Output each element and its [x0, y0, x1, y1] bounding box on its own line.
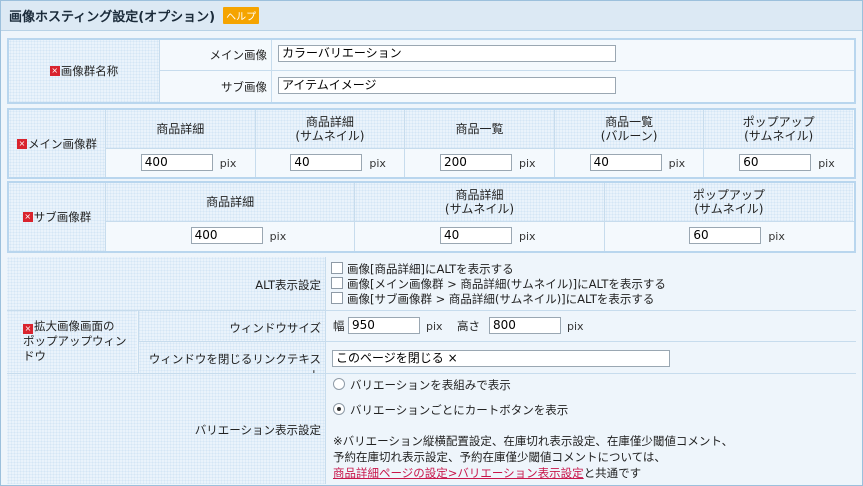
image-group-name-section: × 画像群名称 メイン画像 カラーバリエーション サブ画像 アイテムイメージ [7, 38, 856, 104]
sub-group-column-subtitle: (サムネイル) [444, 202, 515, 216]
main-group-size-unit: pix [818, 157, 835, 170]
sub-group-size-unit: pix [519, 230, 536, 243]
main-group-size-input[interactable]: 40 [290, 154, 363, 171]
main-group-size-input[interactable]: 400 [140, 154, 213, 171]
main-image-group-label: メイン画像群 [28, 136, 97, 151]
sub-group-column-header: ポップアップ (サムネイル) [604, 183, 853, 221]
sub-group-size-unit: pix [768, 230, 785, 243]
main-group-size-unit: pix [668, 157, 686, 170]
main-group-column-header: 商品詳細 (サムネイル) [255, 110, 405, 148]
required-icon: × [22, 212, 33, 222]
variation-note-suffix: と共通です [583, 466, 642, 480]
popup-window-label-cell: × 拡大画像画面の ポップアップウィンドウ [7, 310, 137, 373]
main-group-size-unit: pix [219, 157, 237, 170]
sub-group-column-title: 商品詳細 [455, 188, 504, 202]
popup-window-label-line2: ポップアップウィンドウ [23, 334, 127, 363]
alt-option-label: 画像[メイン画像群 > 商品詳細(サムネイル)]にALTを表示する [347, 277, 666, 291]
sub-image-name-input[interactable]: アイテムイメージ [278, 77, 616, 94]
help-button[interactable]: ヘルプ [223, 7, 260, 24]
panel-header: 画像ホスティング設定(オプション) ヘルプ [1, 1, 862, 31]
main-group-column-subtitle: (サムネイル) [295, 129, 365, 143]
height-unit: pix [567, 320, 584, 333]
main-group-column-header: 商品一覧 (バルーン) [554, 110, 704, 148]
variation-label: バリエーション表示設定 [194, 423, 321, 437]
alt-option[interactable]: 画像[サブ画像群 > 商品詳細(サムネイル)]にALTを表示する [331, 292, 666, 307]
alt-option[interactable]: 画像[商品詳細]にALTを表示する [331, 262, 666, 277]
variation-settings-link[interactable]: 商品詳細ページの設定>バリエーション表示設定 [333, 466, 584, 480]
required-icon: × [49, 66, 60, 76]
main-group-size-unit: pix [519, 157, 536, 170]
sub-image-label: サブ画像 [221, 80, 267, 94]
width-label: 幅 [333, 319, 345, 333]
variation-note-line1: ※バリエーション縦横配置設定、在庫切れ表示設定、在庫僅少閾値コメント、 [333, 434, 734, 448]
main-group-column-title: 商品一覧 [455, 122, 504, 136]
alt-option[interactable]: 画像[メイン画像群 > 商品詳細(サムネイル)]にALTを表示する [331, 277, 666, 292]
sub-image-group-label: サブ画像群 [33, 210, 92, 224]
radio-button-icon[interactable] [333, 378, 345, 390]
sub-group-column-subtitle: (サムネイル) [694, 202, 764, 216]
main-group-size-input[interactable]: 200 [440, 154, 512, 171]
window-width-input[interactable]: 950 [348, 317, 420, 334]
variation-section: バリエーション表示設定 バリエーションを表組みで表示 バリエーションごとにカート… [7, 374, 856, 484]
main-group-size-input[interactable]: 60 [739, 154, 812, 171]
window-size-label: ウィンドウサイズ [229, 321, 321, 335]
main-image-name-input[interactable]: カラーバリエーション [278, 45, 616, 62]
checkbox-icon[interactable] [331, 292, 343, 304]
main-group-column-subtitle: (サムネイル) [744, 129, 814, 143]
sub-group-column-title: ポップアップ [692, 188, 765, 202]
sub-image-group-label-cell: × サブ画像群 [9, 183, 105, 251]
sub-group-size-input[interactable]: 40 [440, 227, 512, 244]
height-label: 高さ [457, 319, 480, 333]
window-size-row: 幅 [333, 318, 345, 334]
main-image-group-label-cell: × メイン画像群 [9, 110, 105, 177]
main-group-column-header: ポップアップ (サムネイル) [704, 110, 853, 148]
image-group-name-label: 画像群名称 [60, 64, 119, 78]
radio-button-icon[interactable] [333, 403, 345, 415]
window-height-input[interactable]: 800 [489, 317, 561, 334]
main-group-column-header: 商品一覧 [405, 110, 554, 148]
image-group-name-label-cell: × 画像群名称 [9, 40, 159, 102]
variation-note: ※バリエーション縦横配置設定、在庫切れ表示設定、在庫僅少閾値コメント、 予約在庫… [333, 433, 733, 481]
sub-group-column-title: 商品詳細 [206, 195, 255, 209]
main-group-size-unit: pix [369, 157, 386, 170]
variation-note-line2: 予約在庫切れ表示設定、予約在庫僅少閾値コメントについては、 [333, 450, 666, 464]
sub-image-group-section: × サブ画像群 商品詳細 400 pix 商品詳細 (サムネイル) 40 pix ポップアップ(… [7, 181, 856, 253]
close-link-text-input[interactable]: このページを閉じる × [332, 350, 670, 367]
width-unit: pix [426, 320, 443, 333]
settings-panel: 画像ホスティング設定(オプション) ヘルプ × 画像群名称 メイン画像 カラーバリ… [0, 0, 863, 486]
checkbox-icon[interactable] [331, 277, 343, 289]
alt-option-label: 画像[サブ画像群 > 商品詳細(サムネイル)]にALTを表示する [347, 292, 655, 306]
popup-window-section: × 拡大画像画面の ポップアップウィンドウ ALT表示設定 画像[商品詳細]にAL… [7, 257, 856, 382]
variation-option-1[interactable]: バリエーションを表組みで表示 [333, 377, 511, 393]
alt-option-label: 画像[商品詳細]にALTを表示する [347, 262, 514, 276]
variation-option-2-label: バリエーションごとにカートボタンを表示 [350, 403, 569, 417]
alt-options: 画像[商品詳細]にALTを表示する 画像[メイン画像群 > 商品詳細(サムネイル)… [331, 262, 666, 307]
main-group-size-input[interactable]: 40 [589, 154, 662, 171]
main-group-column-subtitle: (バルーン) [600, 129, 658, 143]
main-group-column-title: 商品詳細 [156, 122, 205, 136]
main-group-column-header: 商品詳細 [106, 110, 255, 148]
sub-group-column-header: 商品詳細 [106, 183, 355, 221]
main-group-column-title: ポップアップ [742, 115, 815, 129]
sub-group-size-input[interactable]: 60 [689, 227, 762, 244]
required-icon: × [17, 138, 27, 149]
sub-group-size-input[interactable]: 400 [190, 227, 263, 244]
main-group-column-title: 商品一覧 [605, 115, 654, 129]
sub-group-size-unit: pix [269, 230, 287, 243]
required-icon: × [23, 324, 33, 334]
variation-option-1-label: バリエーションを表組みで表示 [350, 378, 511, 392]
variation-option-2[interactable]: バリエーションごとにカートボタンを表示 [333, 402, 568, 418]
checkbox-icon[interactable] [331, 262, 343, 274]
page-title: 画像ホスティング設定(オプション) [9, 10, 216, 25]
alt-setting-label: ALT表示設定 [255, 278, 321, 292]
main-group-column-title: 商品詳細 [305, 115, 354, 129]
popup-window-label-line1: 拡大画像画面の [34, 319, 115, 333]
sub-group-column-header: 商品詳細 (サムネイル) [355, 183, 604, 221]
main-image-label: メイン画像 [209, 48, 268, 62]
main-image-group-section: × メイン画像群 商品詳細 400 pix 商品詳細 (サムネイル) 40 pix 商品一覧 20… [7, 108, 856, 179]
